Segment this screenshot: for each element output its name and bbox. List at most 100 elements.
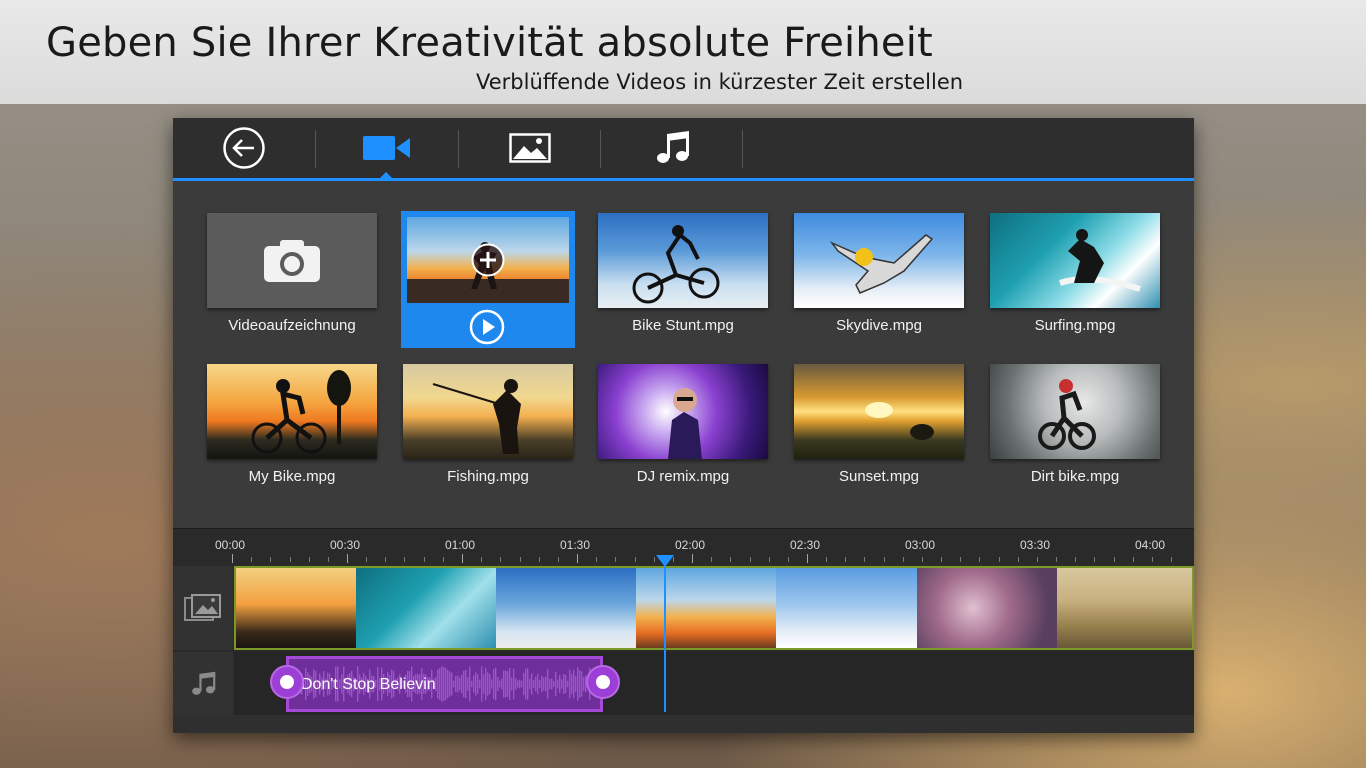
waveform-bar: [563, 673, 565, 695]
waveform-bar: [449, 671, 451, 697]
video-clip[interactable]: [776, 568, 917, 648]
waveform-bar: [487, 672, 489, 696]
video-clip[interactable]: [496, 568, 636, 648]
waveform-bar: [537, 673, 539, 695]
waveform-bar: [445, 668, 447, 700]
media-tile[interactable]: Dirt bike.mpg: [990, 364, 1160, 504]
ruler-tick: [807, 554, 808, 563]
waveform-bar: [447, 669, 449, 699]
playhead: [664, 560, 666, 712]
waveform-bar: [493, 669, 495, 699]
ruler-tick: [309, 557, 310, 562]
ruler-tick: [979, 557, 980, 562]
waveform-bar: [539, 680, 541, 688]
waveform-bar: [535, 676, 537, 692]
waveform-bar: [549, 678, 551, 690]
waveform-bar: [477, 674, 479, 694]
media-tile[interactable]: Bike Stunt.mpg: [598, 213, 768, 353]
waveform-bar: [499, 680, 501, 688]
waveform-bar: [557, 679, 559, 689]
ruler-tick: [270, 557, 271, 562]
waveform-bar: [565, 674, 567, 694]
ruler-tick: [1094, 557, 1095, 562]
tile-label: Videoaufzeichnung: [228, 317, 356, 334]
audio-track-header: [173, 652, 233, 715]
add-icon[interactable]: [471, 243, 505, 277]
thumbnail-art: [865, 402, 934, 440]
audio-trim-handle-left[interactable]: [270, 665, 304, 699]
ruler-tick: [500, 557, 501, 562]
timeline-bottom-bar: [173, 715, 1194, 733]
ruler-tick: [1152, 557, 1153, 562]
audio-track: Don't Stop Believin: [234, 652, 1194, 715]
ruler-tick: [999, 557, 1000, 562]
waveform-bar: [465, 669, 467, 699]
waveform-bar: [491, 679, 493, 689]
audio-clip[interactable]: Don't Stop Believin: [286, 656, 603, 712]
media-tile[interactable]: Fishing.mpg: [403, 364, 573, 504]
waveform-bar: [437, 669, 439, 699]
tile-label: Bike Stunt.mpg: [632, 317, 734, 334]
waveform-bar: [489, 673, 491, 695]
video-clip[interactable]: [356, 568, 496, 648]
handle-dot: [280, 675, 294, 689]
waveform-bar: [569, 669, 571, 699]
playhead-handle[interactable]: [656, 555, 674, 567]
ruler-tick: [1171, 557, 1172, 562]
ruler-tick: [404, 557, 405, 562]
media-library: Videoaufzeichnung Bike Stunt.mpg Skydive…: [173, 181, 1194, 581]
waveform-bar: [463, 670, 465, 698]
video-clip[interactable]: [636, 568, 776, 648]
waveform-bar: [473, 675, 475, 693]
play-icon[interactable]: [469, 309, 505, 345]
waveform-bar: [575, 675, 577, 693]
waveform-bar: [533, 680, 535, 688]
waveform-bar: [527, 668, 529, 700]
ruler-tick-label: 02:00: [675, 538, 706, 552]
ruler-tick: [960, 557, 961, 562]
media-tile[interactable]: Skydive.mpg: [794, 213, 964, 353]
media-tile-selected[interactable]: [401, 211, 575, 348]
waveform-bar: [471, 680, 473, 688]
tab-video[interactable]: [316, 118, 458, 178]
video-clip[interactable]: [236, 568, 356, 648]
media-tile[interactable]: Sunset.mpg: [794, 364, 964, 504]
ruler-tick: [577, 554, 578, 563]
ruler-tick-label: 03:30: [1020, 538, 1051, 552]
time-ruler[interactable]: 00:00 00:30 01:00 01:30 02:00 02:30 03:00 03:30…: [173, 528, 1194, 564]
ruler-tick: [615, 557, 616, 562]
waveform-bar: [453, 680, 455, 688]
ruler-tick: [1114, 557, 1115, 562]
media-tile[interactable]: My Bike.mpg: [207, 364, 377, 504]
waveform-bar: [467, 676, 469, 692]
ruler-tick: [769, 557, 770, 562]
audio-trim-handle-right[interactable]: [586, 665, 620, 699]
waveform-bar: [501, 678, 503, 690]
ruler-tick: [711, 557, 712, 562]
video-clip[interactable]: [1057, 568, 1192, 648]
tab-photos[interactable]: [459, 118, 601, 178]
video-track[interactable]: [234, 566, 1194, 650]
thumbnail-art: [1059, 229, 1141, 292]
video-clip[interactable]: [917, 568, 1057, 648]
tab-music[interactable]: [601, 118, 743, 178]
thumbnail: [598, 213, 768, 308]
media-tile[interactable]: DJ remix.mpg: [598, 364, 768, 504]
back-button[interactable]: [173, 118, 315, 178]
waveform-bar: [485, 667, 487, 701]
ruler-tick: [290, 557, 291, 562]
ruler-tick: [654, 557, 655, 562]
back-arrow-icon: [223, 127, 265, 169]
media-tile[interactable]: Surfing.mpg: [990, 213, 1160, 353]
ruler-tick: [385, 557, 386, 562]
ruler-tick: [864, 557, 865, 562]
ruler-tick-label: 01:30: [560, 538, 591, 552]
ruler-tick: [558, 557, 559, 562]
ruler-tick: [1133, 557, 1134, 562]
ruler-tick-label: 00:00: [215, 538, 246, 552]
camera-icon: [264, 239, 320, 282]
waveform-bar: [441, 666, 443, 702]
video-capture-tile[interactable]: Videoaufzeichnung: [207, 213, 377, 353]
waveform-bar: [573, 669, 575, 699]
thumbnail-art: [829, 234, 934, 294]
